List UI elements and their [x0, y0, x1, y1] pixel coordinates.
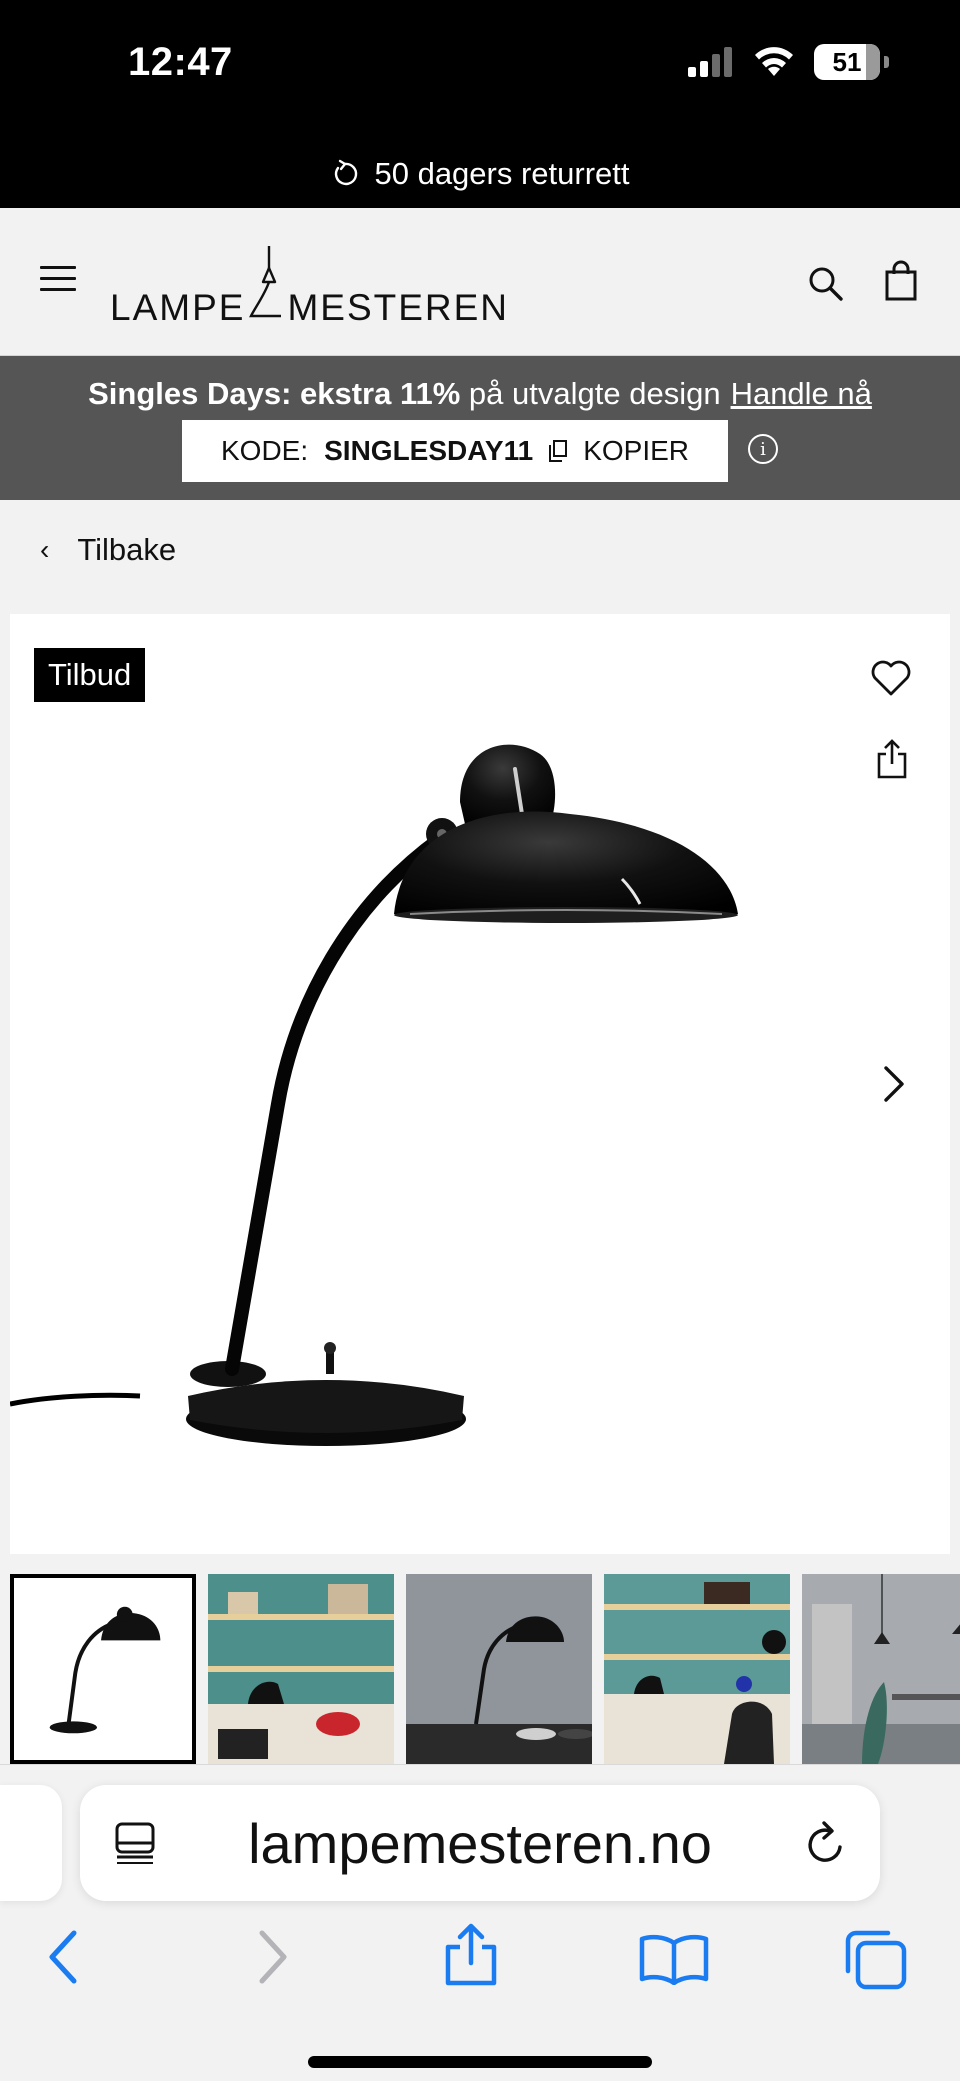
promo-headline-rest: på utvalgte design: [460, 376, 721, 411]
battery-level: 51: [832, 46, 862, 77]
return-arrow-icon: [335, 159, 358, 186]
wifi-icon: [755, 47, 793, 76]
shopping-bag-icon[interactable]: [884, 260, 918, 302]
chevron-right-icon[interactable]: [882, 1064, 906, 1104]
logo-text-mesteren: MESTEREN: [287, 287, 510, 328]
copy-icon: [549, 440, 568, 462]
promo-headline: Singles Days: ekstra 11% på utvalgte des…: [0, 376, 960, 412]
promo-banner: Singles Days: ekstra 11% på utvalgte des…: [0, 356, 960, 500]
thumbnail-1[interactable]: [10, 1574, 196, 1764]
reload-icon[interactable]: [804, 1819, 848, 1867]
promo-headline-bold: Singles Days: ekstra 11%: [88, 376, 461, 411]
return-policy-text: 50 dagers returrett: [374, 156, 630, 191]
shop-now-link[interactable]: Handle nå: [731, 376, 872, 411]
promo-code: SINGLESDAY11: [324, 435, 534, 466]
back-link[interactable]: ‹ Tilbake: [40, 532, 176, 568]
forward-arrow-icon[interactable]: [256, 1929, 290, 1985]
promo-code-box[interactable]: KODE: SINGLESDAY11 KOPIER: [182, 420, 728, 482]
share-icon[interactable]: [876, 738, 908, 780]
thumbnail-3[interactable]: [406, 1574, 592, 1764]
thumbnail-image: [604, 1574, 790, 1764]
return-policy-banner: 50 dagers returrett: [0, 140, 960, 208]
sale-badge: Tilbud: [34, 648, 146, 702]
status-bar: 12:47 51: [0, 0, 960, 140]
chevron-left-icon: ‹: [40, 534, 50, 565]
thumbnail-image: [802, 1574, 960, 1764]
browser-chrome: lampemesteren.no: [0, 1764, 960, 2081]
product-page: 12:47 51 50 dagers returrett LAMPE MESTE…: [0, 0, 960, 2081]
back-label: Tilbake: [77, 532, 177, 567]
share-sheet-icon[interactable]: [442, 1923, 500, 1987]
site-header: LAMPE MESTEREN: [0, 208, 960, 356]
browser-toolbar: [0, 1915, 960, 2005]
previous-tab-preview[interactable]: [0, 1785, 62, 1901]
thumbnail-2[interactable]: [208, 1574, 394, 1764]
heart-icon[interactable]: [870, 658, 912, 698]
logo-lamp-icon: [249, 246, 282, 318]
product-image-desk-lamp: [10, 744, 738, 1446]
thumbnail-image: [14, 1579, 192, 1759]
home-indicator[interactable]: [308, 2056, 652, 2068]
info-icon[interactable]: i: [748, 434, 778, 464]
thumbnail-image: [208, 1574, 394, 1764]
battery-icon: 51: [814, 44, 889, 80]
product-image-gallery[interactable]: Tilbud: [10, 614, 950, 1554]
url-text: lampemesteren.no: [248, 1812, 712, 1875]
copy-code-button[interactable]: KOPIER: [583, 435, 689, 467]
thumbnail-image: [406, 1574, 592, 1764]
code-label: KODE:: [220, 435, 309, 466]
hamburger-menu-icon[interactable]: [40, 266, 76, 292]
bookmarks-icon[interactable]: [638, 1933, 710, 1985]
cellular-signal-icon: [688, 47, 732, 77]
clock: 12:47: [128, 40, 233, 84]
site-logo[interactable]: LAMPE MESTEREN: [110, 246, 509, 326]
search-icon[interactable]: [806, 264, 846, 304]
thumbnail-strip: [10, 1574, 960, 1764]
thumbnail-4[interactable]: [604, 1574, 790, 1764]
back-arrow-icon[interactable]: [46, 1929, 80, 1985]
address-bar[interactable]: lampemesteren.no: [80, 1785, 880, 1901]
thumbnail-5[interactable]: [802, 1574, 960, 1764]
status-icons: 51: [688, 44, 889, 80]
tabs-icon[interactable]: [842, 1929, 908, 1991]
logo-text-lampe: LAMPE: [110, 287, 246, 328]
